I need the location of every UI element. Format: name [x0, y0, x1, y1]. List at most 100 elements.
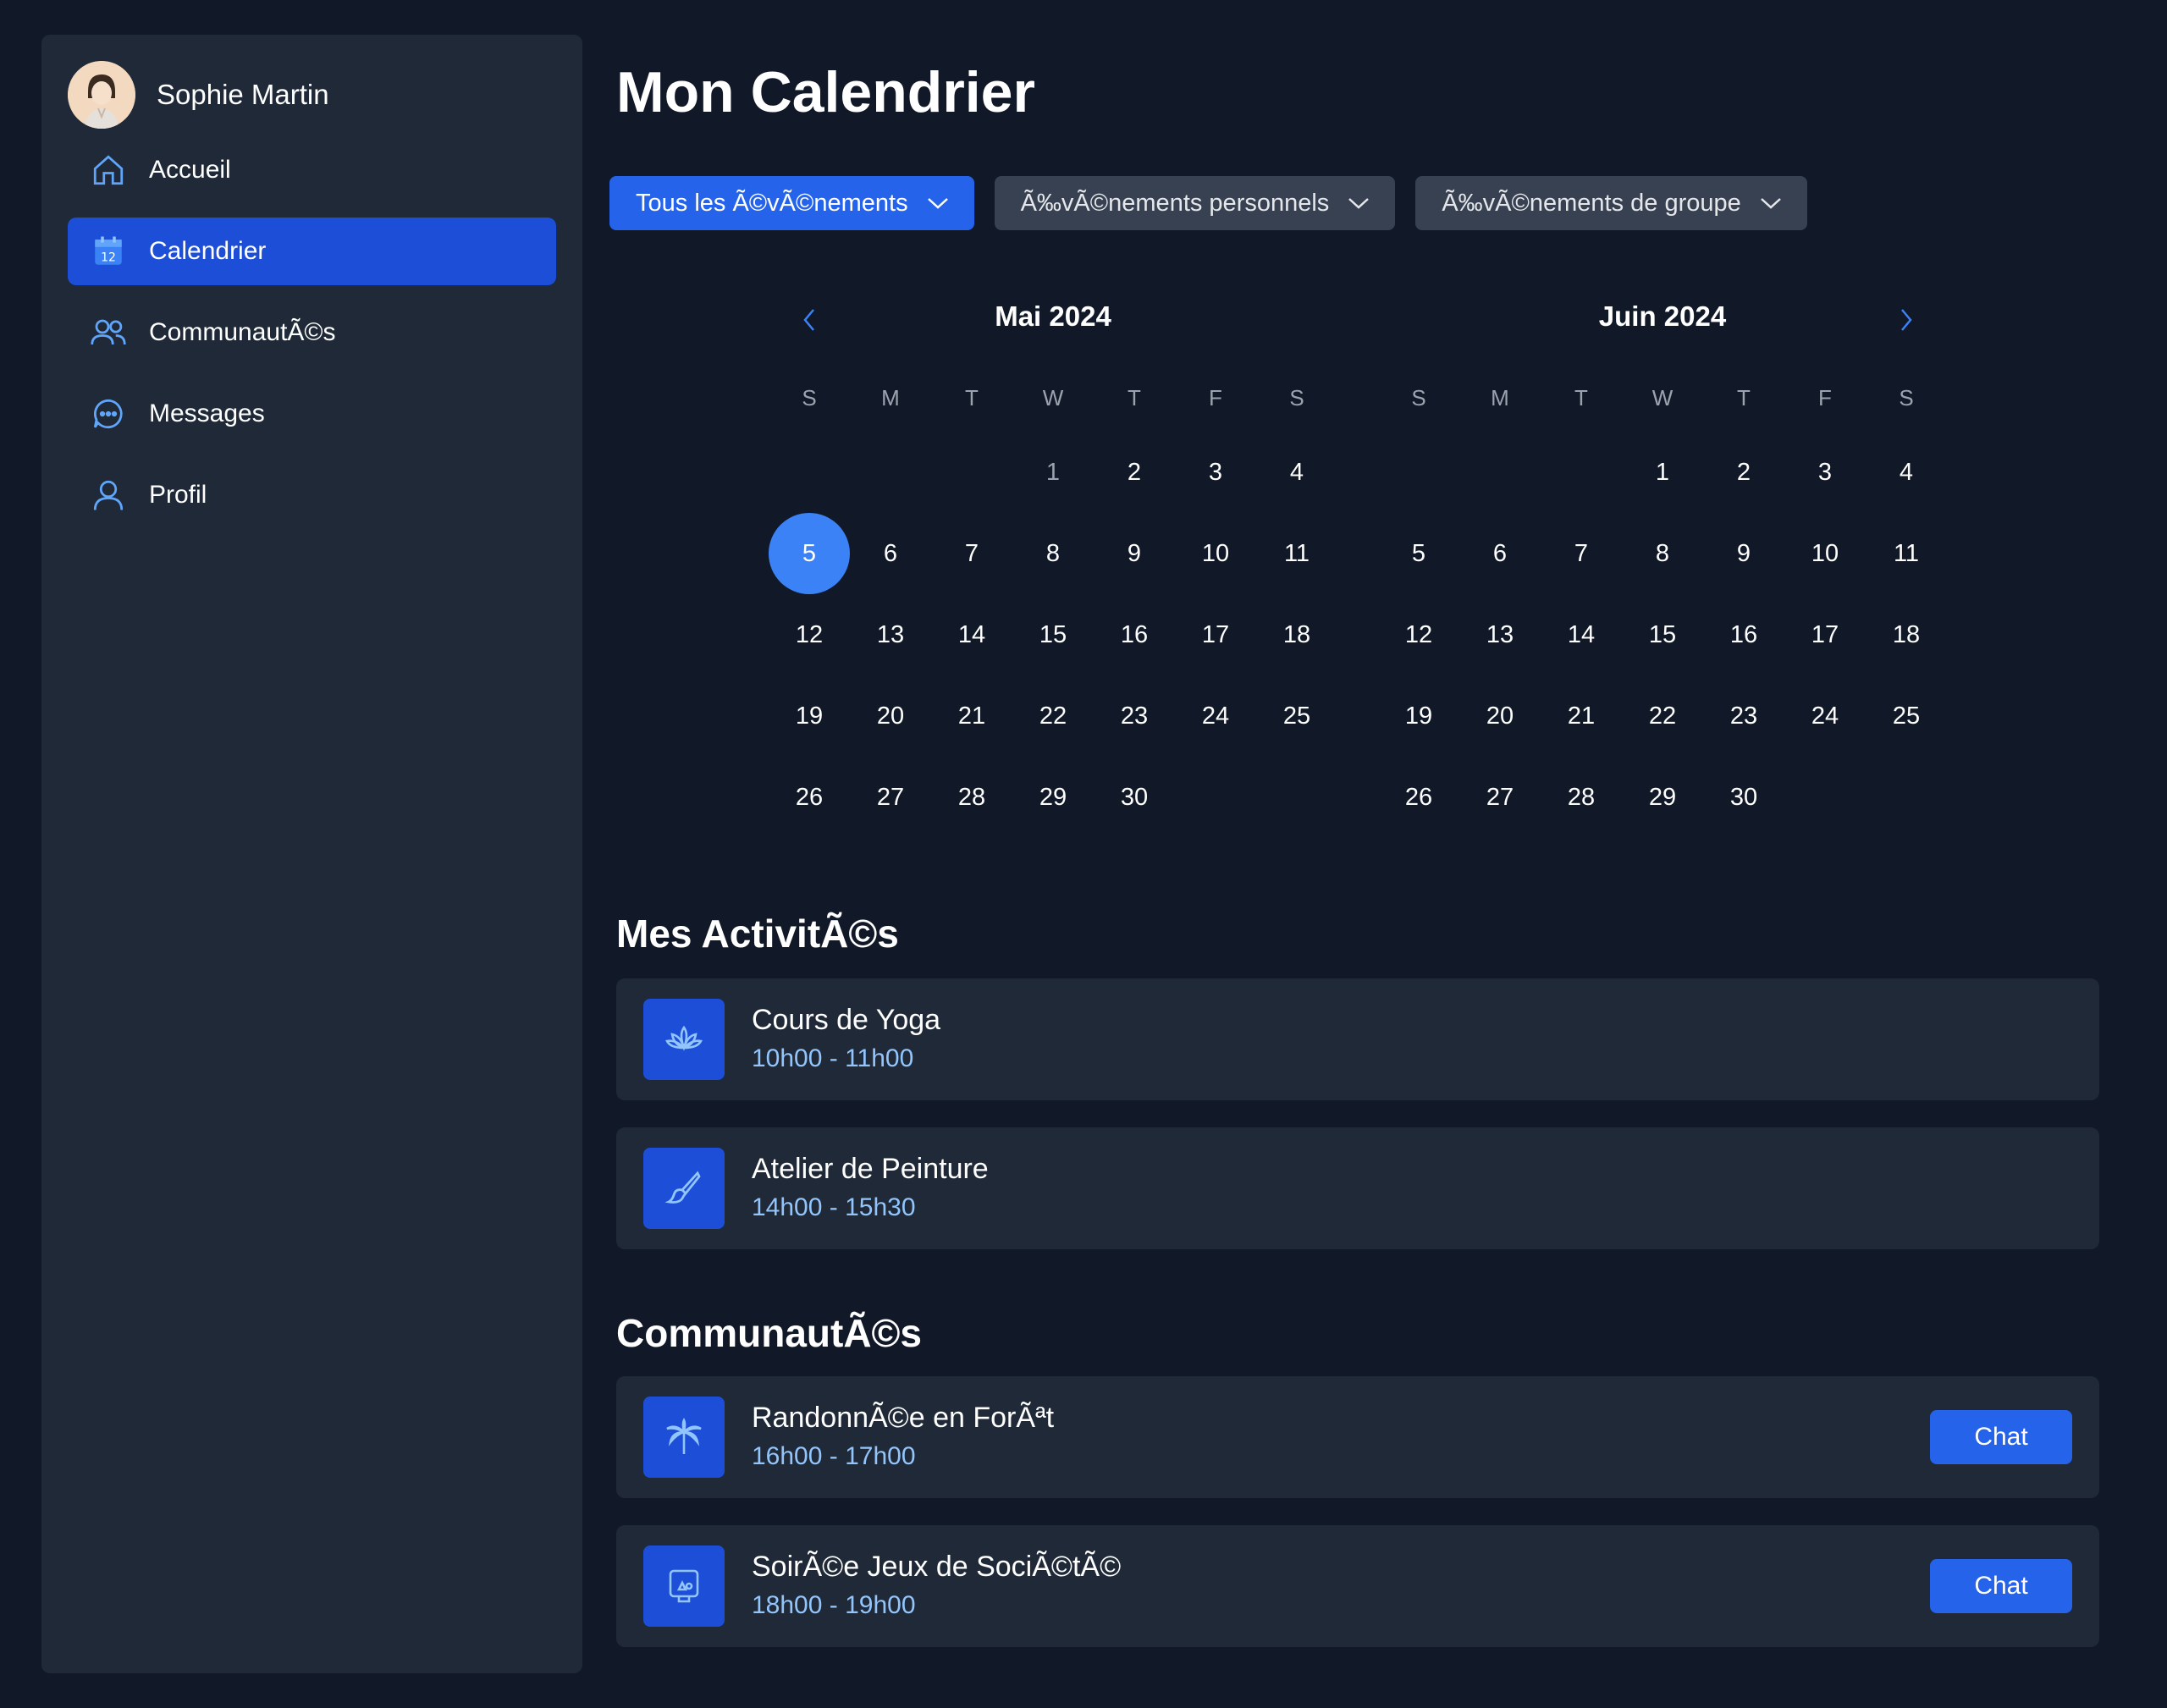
- chat-button[interactable]: Chat: [1930, 1410, 2072, 1464]
- filter-label: Tous les Ã©vÃ©nements: [636, 189, 908, 217]
- calendar-day[interactable]: 30: [1094, 757, 1175, 838]
- calendar-day[interactable]: 9: [1703, 513, 1784, 594]
- calendar-day[interactable]: 2: [1703, 432, 1784, 513]
- community-title: RandonnÃ©e en ForÃªt: [752, 1402, 1055, 1434]
- calendar-day[interactable]: 19: [1378, 675, 1459, 757]
- calendar-day[interactable]: 5: [1378, 513, 1459, 594]
- chevron-down-icon: [927, 198, 948, 209]
- calendar-day[interactable]: 29: [1012, 757, 1094, 838]
- sidebar-item-messages[interactable]: Messages: [68, 380, 556, 448]
- activity-time: 14h00 - 15h30: [752, 1193, 916, 1221]
- calendar-day[interactable]: 25: [1866, 675, 1947, 757]
- calendar-day[interactable]: 10: [1784, 513, 1866, 594]
- calendar-day[interactable]: 16: [1094, 594, 1175, 675]
- calendar-day[interactable]: 9: [1094, 513, 1175, 594]
- calendar-day[interactable]: 27: [1459, 757, 1541, 838]
- community-card[interactable]: SoirÃ©e Jeux de SociÃ©tÃ© 18h00 - 19h00 …: [616, 1525, 2099, 1647]
- calendar-day[interactable]: 12: [1378, 594, 1459, 675]
- calendar-day[interactable]: 30: [1703, 757, 1784, 838]
- activity-card[interactable]: Cours de Yoga 10h00 - 11h00: [616, 978, 2099, 1100]
- calendar-day[interactable]: 24: [1784, 675, 1866, 757]
- calendar-day[interactable]: 7: [931, 513, 1012, 594]
- calendar-day[interactable]: 1: [1012, 432, 1094, 513]
- weekday-label: S: [1411, 385, 1426, 410]
- avatar[interactable]: [68, 61, 135, 129]
- calendar-day[interactable]: 12: [769, 594, 850, 675]
- calendar-day[interactable]: 29: [1622, 757, 1703, 838]
- calendar-day[interactable]: 15: [1622, 594, 1703, 675]
- day-grid: 1 2 3 4 5 6 7 8 9 10 11 12 13 14 15 16 17 18 19 20 21 22 23 24 2…: [769, 432, 1337, 838]
- calendar-day[interactable]: 19: [769, 675, 850, 757]
- chevron-down-icon: [1348, 198, 1370, 209]
- calendar-day[interactable]: 7: [1541, 513, 1622, 594]
- sidebar-item-profil[interactable]: Profil: [68, 461, 556, 529]
- calendar-day[interactable]: 3: [1175, 432, 1256, 513]
- board-game-icon: [643, 1545, 725, 1627]
- svg-text:12: 12: [101, 251, 116, 264]
- palm-tree-icon: [643, 1397, 725, 1478]
- calendar-day[interactable]: 4: [1866, 432, 1947, 513]
- calendar-day[interactable]: 17: [1784, 594, 1866, 675]
- calendar-day[interactable]: 8: [1622, 513, 1703, 594]
- calendar-day[interactable]: 6: [1459, 513, 1541, 594]
- sidebar-item-communautes[interactable]: CommunautÃ©s: [68, 299, 556, 366]
- calendar-day[interactable]: 24: [1175, 675, 1256, 757]
- calendar-day[interactable]: 22: [1012, 675, 1094, 757]
- calendar-day[interactable]: 23: [1094, 675, 1175, 757]
- sidebar-item-calendrier[interactable]: 12 Calendrier: [68, 218, 556, 285]
- calendar-day[interactable]: 13: [850, 594, 931, 675]
- calendar-day[interactable]: 10: [1175, 513, 1256, 594]
- calendar-day[interactable]: 6: [850, 513, 931, 594]
- calendar-icon: 12: [89, 232, 128, 271]
- calendar-day[interactable]: 14: [931, 594, 1012, 675]
- sidebar-item-label: Calendrier: [149, 237, 267, 265]
- calendar-day[interactable]: 26: [1378, 757, 1459, 838]
- calendar-day[interactable]: 14: [1541, 594, 1622, 675]
- calendar-day[interactable]: 3: [1784, 432, 1866, 513]
- calendar-day[interactable]: 18: [1256, 594, 1337, 675]
- page-title: Mon Calendrier: [616, 60, 1035, 124]
- calendar-day[interactable]: 28: [1541, 757, 1622, 838]
- filter-label: Ã‰vÃ©nements personnels: [1020, 189, 1330, 217]
- calendar-day[interactable]: 25: [1256, 675, 1337, 757]
- calendar-day[interactable]: 1: [1622, 432, 1703, 513]
- community-time: 16h00 - 17h00: [752, 1442, 916, 1470]
- filter-personal-events[interactable]: Ã‰vÃ©nements personnels: [994, 176, 1396, 230]
- calendar-day[interactable]: 21: [931, 675, 1012, 757]
- communities-section-title: CommunautÃ©s: [616, 1311, 923, 1355]
- calendar-blank-cell: [1541, 432, 1622, 513]
- calendar-day[interactable]: 21: [1541, 675, 1622, 757]
- calendar-day[interactable]: 20: [1459, 675, 1541, 757]
- calendar-day[interactable]: 8: [1012, 513, 1094, 594]
- calendar-day[interactable]: 26: [769, 757, 850, 838]
- sidebar-item-accueil[interactable]: Accueil: [68, 136, 556, 204]
- calendar-blank-cell: [931, 432, 1012, 513]
- community-time: 18h00 - 19h00: [752, 1591, 916, 1619]
- calendar-day[interactable]: 27: [850, 757, 931, 838]
- calendar-day[interactable]: 18: [1866, 594, 1947, 675]
- calendar-day[interactable]: 11: [1256, 513, 1337, 594]
- calendar-day[interactable]: 23: [1703, 675, 1784, 757]
- calendar-day[interactable]: 16: [1703, 594, 1784, 675]
- filter-all-events[interactable]: Tous les Ã©vÃ©nements: [609, 176, 974, 230]
- calendar-day[interactable]: 22: [1622, 675, 1703, 757]
- calendar-blank-cell: [769, 432, 850, 513]
- calendar-day[interactable]: 4: [1256, 432, 1337, 513]
- chat-button[interactable]: Chat: [1930, 1559, 2072, 1613]
- user-profile[interactable]: Sophie Martin: [68, 61, 329, 129]
- month-calendar-june: Juin 2024 S M T W T F S 1 2 3 4 5 6 7 8 9 10 11 12 1…: [1378, 300, 1947, 811]
- calendar-day[interactable]: 28: [931, 757, 1012, 838]
- weekday-label: T: [1737, 385, 1751, 410]
- filter-group-events[interactable]: Ã‰vÃ©nements de groupe: [1415, 176, 1807, 230]
- calendar-day[interactable]: 13: [1459, 594, 1541, 675]
- weekday-label: M: [881, 385, 900, 410]
- calendar-day[interactable]: 2: [1094, 432, 1175, 513]
- community-card[interactable]: RandonnÃ©e en ForÃªt 16h00 - 17h00 Chat: [616, 1376, 2099, 1498]
- calendar-day[interactable]: 15: [1012, 594, 1094, 675]
- calendar-day[interactable]: 20: [850, 675, 931, 757]
- calendar-day[interactable]: 11: [1866, 513, 1947, 594]
- activity-card[interactable]: Atelier de Peinture 14h00 - 15h30: [616, 1127, 2099, 1249]
- calendar-day[interactable]: 17: [1175, 594, 1256, 675]
- sidebar-item-label: CommunautÃ©s: [149, 318, 336, 346]
- calendar-day-selected[interactable]: 5: [769, 513, 850, 594]
